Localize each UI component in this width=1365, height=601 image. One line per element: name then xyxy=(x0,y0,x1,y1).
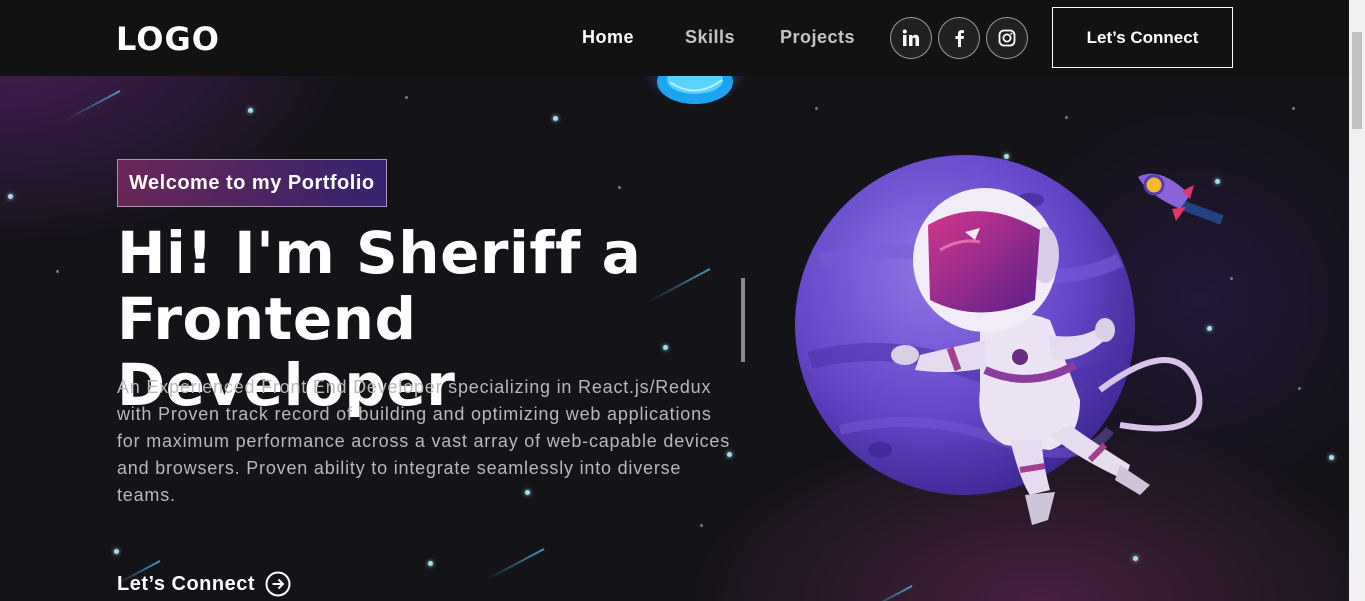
typing-cursor xyxy=(741,278,745,362)
rocket-illustration xyxy=(1138,173,1224,225)
page: LOGO Home Skills Projects Let’s Connect xyxy=(0,0,1349,601)
shooting-star xyxy=(66,90,121,121)
nav-link-home[interactable]: Home xyxy=(582,27,634,48)
star xyxy=(553,116,558,121)
headline-line-1: Hi! I'm Sheriff a xyxy=(117,219,642,287)
instagram-button[interactable] xyxy=(986,17,1028,59)
cta-label: Let’s Connect xyxy=(117,572,255,595)
star xyxy=(428,561,433,566)
star xyxy=(114,549,119,554)
nav-link-skills[interactable]: Skills xyxy=(685,27,735,48)
hero-description: An Experienced Front End Developer speci… xyxy=(117,377,731,505)
star xyxy=(8,194,13,199)
star xyxy=(1298,387,1301,390)
shooting-star xyxy=(865,585,913,601)
nav-link-projects[interactable]: Projects xyxy=(780,27,855,48)
logo[interactable]: LOGO xyxy=(116,20,220,58)
linkedin-icon xyxy=(902,29,919,46)
star xyxy=(700,524,703,527)
navbar: LOGO Home Skills Projects Let’s Connect xyxy=(0,0,1349,76)
star xyxy=(1329,455,1334,460)
welcome-tagline: Welcome to my Portfolio xyxy=(117,159,387,207)
arrow-right-circle-icon xyxy=(265,571,291,597)
linkedin-button[interactable] xyxy=(890,17,932,59)
shooting-star xyxy=(485,548,545,581)
lets-connect-button[interactable]: Let’s Connect xyxy=(1052,7,1233,68)
star xyxy=(248,108,253,113)
star xyxy=(815,107,818,110)
hero-lets-connect-link[interactable]: Let’s Connect xyxy=(117,571,291,597)
star xyxy=(1292,107,1295,110)
facebook-button[interactable] xyxy=(938,17,980,59)
scrollbar-thumb[interactable] xyxy=(1352,32,1362,129)
facebook-icon xyxy=(955,30,964,47)
star xyxy=(618,186,621,189)
star xyxy=(405,96,408,99)
star xyxy=(1133,556,1138,561)
star xyxy=(56,270,59,273)
star xyxy=(1065,116,1068,119)
instagram-icon xyxy=(998,29,1016,47)
